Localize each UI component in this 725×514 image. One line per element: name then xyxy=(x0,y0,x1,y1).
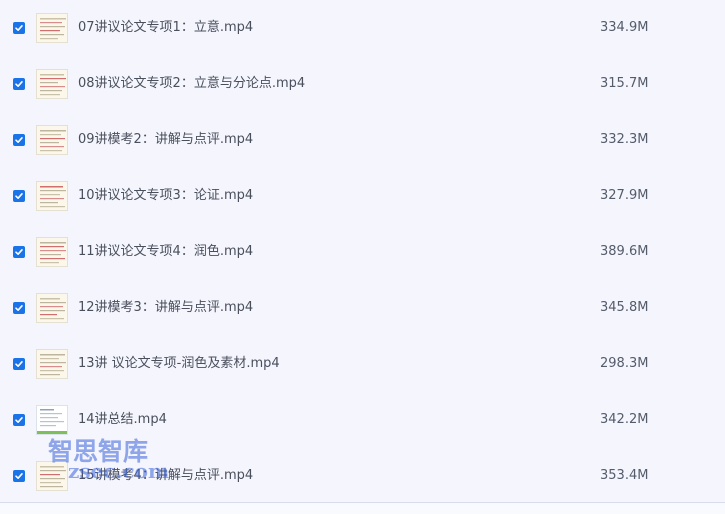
file-checkbox[interactable] xyxy=(13,78,25,90)
video-thumbnail-icon[interactable] xyxy=(36,237,68,267)
file-size: 353.4M xyxy=(600,468,649,483)
file-row[interactable]: 13讲 议论文专项-润色及素材.mp4 298.3M xyxy=(0,336,725,392)
checkmark-icon xyxy=(15,417,23,423)
video-thumbnail-icon[interactable] xyxy=(36,293,68,323)
file-checkbox[interactable] xyxy=(13,470,25,482)
file-checkbox[interactable] xyxy=(13,246,25,258)
file-checkbox[interactable] xyxy=(13,358,25,370)
checkmark-icon xyxy=(15,137,23,143)
file-row[interactable]: 15讲模考4：讲解与点评.mp4 353.4M xyxy=(0,448,725,504)
video-thumbnail-icon[interactable] xyxy=(36,69,68,99)
file-size: 389.6M xyxy=(600,244,649,259)
file-size: 315.7M xyxy=(600,76,649,91)
file-checkbox[interactable] xyxy=(13,22,25,34)
checkmark-icon xyxy=(15,249,23,255)
file-size: 332.3M xyxy=(600,132,649,147)
video-thumbnail-icon[interactable] xyxy=(36,349,68,379)
file-row[interactable]: 14讲总结.mp4 342.2M xyxy=(0,392,725,448)
checkmark-icon xyxy=(15,473,23,479)
checkmark-icon xyxy=(15,193,23,199)
file-name[interactable]: 11讲议论文专项4：润色.mp4 xyxy=(78,243,253,261)
file-list: 07讲议论文专项1：立意.mp4 334.9M 08讲议论文专项2：立意与分论点… xyxy=(0,0,725,514)
file-size: 342.2M xyxy=(600,412,649,427)
file-size: 327.9M xyxy=(600,188,649,203)
file-name[interactable]: 13讲 议论文专项-润色及素材.mp4 xyxy=(78,355,280,373)
file-name[interactable]: 10讲议论文专项3：论证.mp4 xyxy=(78,187,253,205)
file-name[interactable]: 07讲议论文专项1：立意.mp4 xyxy=(78,19,253,37)
file-row[interactable]: 08讲议论文专项2：立意与分论点.mp4 315.7M xyxy=(0,56,725,112)
file-name[interactable]: 08讲议论文专项2：立意与分论点.mp4 xyxy=(78,75,305,93)
video-thumbnail-icon[interactable] xyxy=(36,13,68,43)
file-checkbox[interactable] xyxy=(13,302,25,314)
file-checkbox[interactable] xyxy=(13,190,25,202)
file-checkbox[interactable] xyxy=(13,414,25,426)
file-name[interactable]: 15讲模考4：讲解与点评.mp4 xyxy=(78,467,253,485)
file-row[interactable]: 12讲模考3：讲解与点评.mp4 345.8M xyxy=(0,280,725,336)
file-size: 345.8M xyxy=(600,300,649,315)
file-size: 334.9M xyxy=(600,20,649,35)
file-name[interactable]: 14讲总结.mp4 xyxy=(78,411,167,429)
file-size: 298.3M xyxy=(600,356,649,371)
file-name[interactable]: 09讲模考2：讲解与点评.mp4 xyxy=(78,131,253,149)
bottom-strip xyxy=(0,503,725,514)
file-row[interactable]: 10讲议论文专项3：论证.mp4 327.9M xyxy=(0,168,725,224)
video-thumbnail-icon[interactable] xyxy=(36,125,68,155)
checkmark-icon xyxy=(15,361,23,367)
checkmark-icon xyxy=(15,25,23,31)
video-thumbnail-icon[interactable] xyxy=(36,461,68,491)
file-row[interactable]: 11讲议论文专项4：润色.mp4 389.6M xyxy=(0,224,725,280)
file-row[interactable]: 09讲模考2：讲解与点评.mp4 332.3M xyxy=(0,112,725,168)
video-thumbnail-icon[interactable] xyxy=(36,181,68,211)
file-name[interactable]: 12讲模考3：讲解与点评.mp4 xyxy=(78,299,253,317)
file-checkbox[interactable] xyxy=(13,134,25,146)
file-row[interactable]: 07讲议论文专项1：立意.mp4 334.9M xyxy=(0,0,725,56)
video-thumbnail-icon[interactable] xyxy=(36,405,68,435)
checkmark-icon xyxy=(15,305,23,311)
checkmark-icon xyxy=(15,81,23,87)
